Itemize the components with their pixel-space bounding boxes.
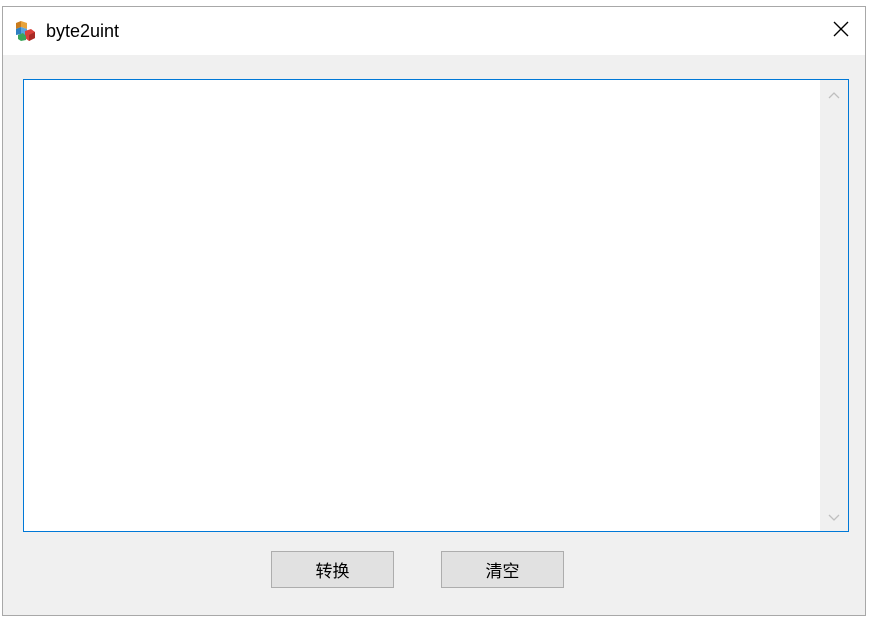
app-cubes-icon — [14, 20, 36, 42]
input-textarea-frame — [23, 79, 849, 532]
scroll-down-button[interactable] — [820, 503, 848, 531]
clear-button[interactable]: 清空 — [441, 551, 564, 588]
close-icon — [832, 20, 850, 42]
close-button[interactable] — [817, 7, 865, 55]
vertical-scrollbar[interactable] — [820, 80, 848, 531]
scroll-up-button[interactable] — [820, 80, 848, 108]
chevron-up-icon — [827, 85, 841, 104]
app-window: byte2uint 转换 清空 — [2, 6, 866, 616]
input-textarea[interactable] — [24, 80, 819, 531]
chevron-down-icon — [827, 508, 841, 527]
convert-button[interactable]: 转换 — [271, 551, 394, 588]
title-bar[interactable]: byte2uint — [3, 7, 865, 55]
window-title: byte2uint — [46, 21, 120, 41]
